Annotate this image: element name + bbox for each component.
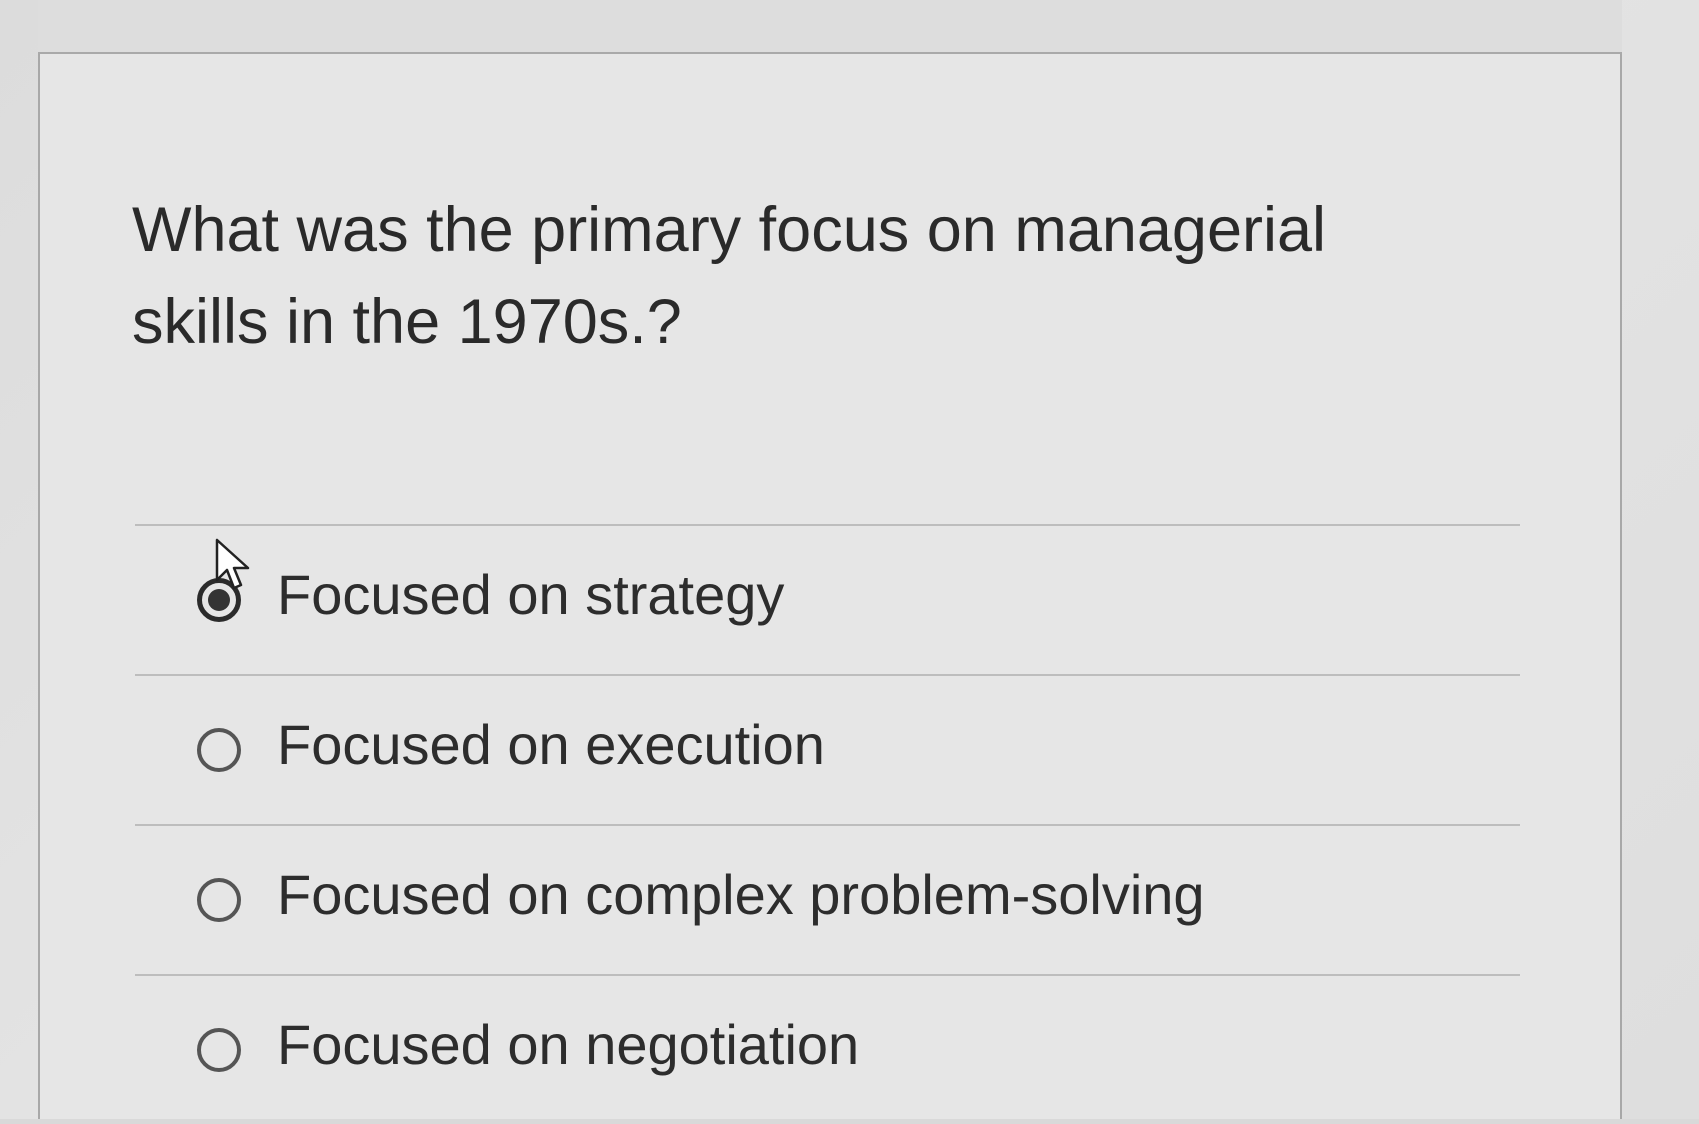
- option-label: Focused on strategy: [277, 563, 785, 626]
- option-label: Focused on complex problem-solving: [277, 863, 1205, 926]
- answer-options: Focused on strategy Focused on execution…: [135, 472, 1520, 1124]
- option-strategy[interactable]: Focused on strategy: [135, 524, 1520, 674]
- top-strip: [38, 0, 1622, 54]
- radio-button[interactable]: [197, 878, 241, 922]
- screen: What was the primary focus on managerial…: [0, 0, 1699, 1119]
- radio-button[interactable]: [197, 1028, 241, 1072]
- question-line-2: skills in the 1970s.?: [132, 287, 682, 357]
- option-label: Focused on negotiation: [277, 1013, 860, 1076]
- quiz-card: What was the primary focus on managerial…: [38, 54, 1622, 1119]
- option-complex-problem-solving[interactable]: Focused on complex problem-solving: [135, 824, 1520, 974]
- question-line-1: What was the primary focus on managerial: [132, 195, 1327, 265]
- question-text: What was the primary focus on managerial…: [132, 184, 1532, 368]
- radio-button[interactable]: [197, 728, 241, 772]
- mouse-pointer-icon: [215, 538, 250, 590]
- option-execution[interactable]: Focused on execution: [135, 674, 1520, 824]
- option-negotiation[interactable]: Focused on negotiation: [135, 974, 1520, 1124]
- option-label: Focused on execution: [277, 713, 825, 776]
